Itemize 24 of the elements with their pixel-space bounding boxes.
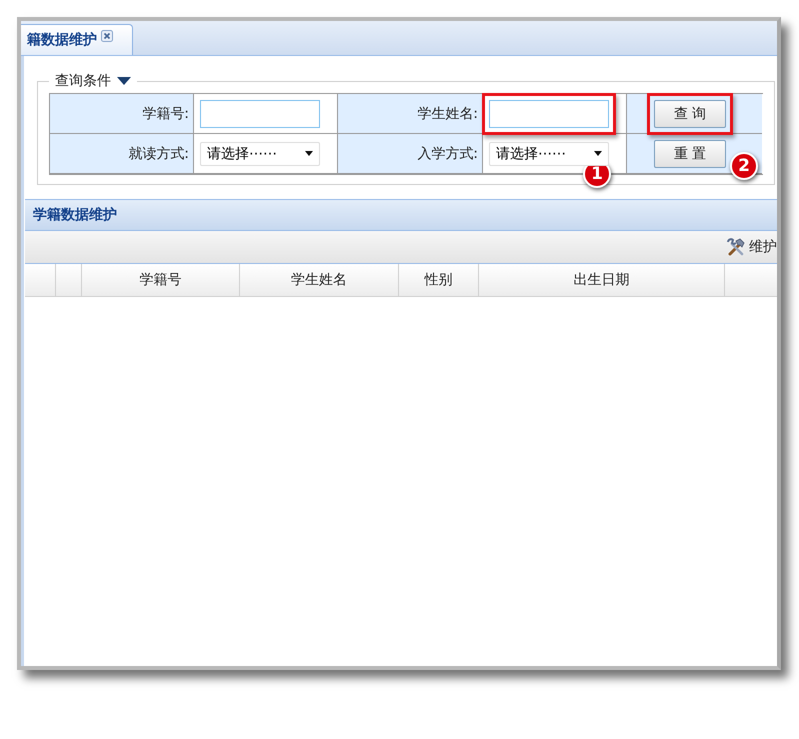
collapse-caret-icon[interactable]: [117, 76, 131, 86]
reset-button[interactable]: 重 置: [654, 140, 726, 168]
tools-icon: [726, 237, 746, 257]
dropdown-field[interactable]: 请选择⋯⋯: [489, 142, 609, 166]
label-cell: 学生姓名:: [338, 94, 483, 134]
label-cell: 就读方式:: [49, 134, 194, 174]
close-icon[interactable]: [101, 30, 113, 42]
column-header[interactable]: 学籍号: [82, 264, 240, 296]
tab[interactable]: 籍数据维护: [21, 24, 133, 55]
column-header[interactable]: 性别: [399, 264, 479, 296]
maintain-button[interactable]: 维护: [722, 237, 777, 257]
label-cell: 入学方式:: [338, 134, 483, 174]
column-header[interactable]: 出生日期: [479, 264, 725, 296]
dropdown-field[interactable]: 请选择⋯⋯: [200, 142, 320, 166]
dropdown-caret-icon: [594, 151, 602, 156]
label-cell: 学籍号:: [49, 94, 194, 134]
column-header[interactable]: 学生姓名: [240, 264, 399, 296]
legend-title: 查询条件: [55, 72, 111, 90]
grid-title-bar: 学籍数据维护: [25, 200, 777, 231]
search-button[interactable]: 查 询: [654, 100, 726, 128]
text-field[interactable]: [200, 100, 320, 128]
text-field[interactable]: [489, 100, 609, 128]
dropdown-caret-icon: [305, 151, 313, 156]
callout-badge: 2: [730, 152, 758, 180]
